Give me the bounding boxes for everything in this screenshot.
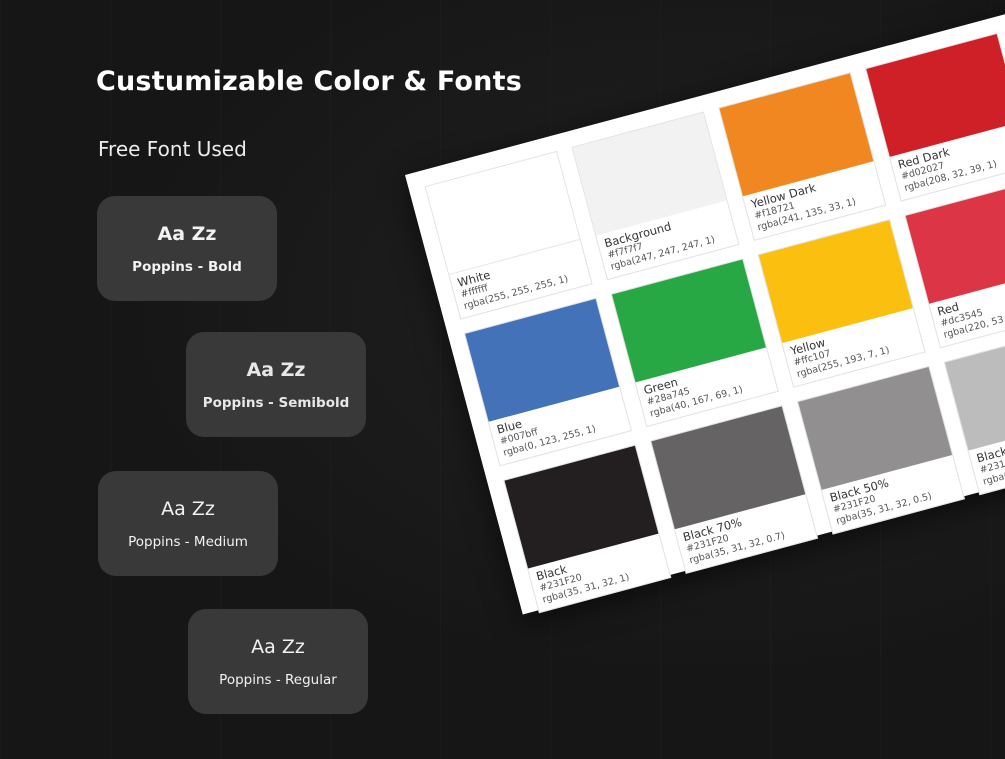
font-name: Poppins - Semibold xyxy=(202,394,350,411)
font-card-regular: Aa Zz Poppins - Regular xyxy=(188,609,368,714)
color-swatch: Yellow Dark #f18721 rgba(241, 135, 33, 1) xyxy=(718,72,887,241)
color-swatch: Blue #007bff rgba(0, 123, 255, 1) xyxy=(463,297,632,467)
font-card-bold: Aa Zz Poppins - Bold xyxy=(97,196,277,301)
font-sample: Aa Zz xyxy=(161,497,215,520)
font-card-semibold: Aa Zz Poppins - Semibold xyxy=(186,332,366,437)
color-swatch: Black #231F20 rgba(35, 31, 32, 1) xyxy=(503,444,672,614)
color-swatch: Red#dc3545rgba(220, 53, 69, 1) xyxy=(904,179,1005,349)
font-name: Poppins - Bold xyxy=(132,258,242,275)
color-swatch: Black 70% #231F20 rgba(35, 31, 32, 0.7) xyxy=(650,405,819,574)
font-sample: Aa Zz xyxy=(246,358,306,381)
color-swatch: Black 50% #231F20 rgba(35, 31, 32, 0.5) xyxy=(796,365,965,535)
page-title: Custumizable Color & Fonts xyxy=(96,66,522,97)
font-card-medium: Aa Zz Poppins - Medium xyxy=(98,471,278,576)
color-swatch: Red Dark #d02027 rgba(208, 32, 39, 1) xyxy=(865,32,1005,202)
font-sample: Aa Zz xyxy=(251,635,305,658)
color-chip xyxy=(905,180,1005,304)
color-swatch: Green #28a745 rgba(40, 167, 69, 1) xyxy=(610,258,779,428)
color-chip xyxy=(944,327,1005,451)
font-sample: Aa Zz xyxy=(157,222,217,245)
font-name: Poppins - Medium xyxy=(128,533,248,550)
font-name: Poppins - Regular xyxy=(219,671,337,688)
color-swatch: Background #f7f7f7 rgba(247, 247, 247, 1) xyxy=(571,111,740,281)
color-swatch: Yellow #ffc107 rgba(255, 193, 7, 1) xyxy=(757,218,926,388)
section-subtitle: Free Font Used xyxy=(98,137,247,161)
color-swatch: White #ffffff rgba(255, 255, 255, 1) xyxy=(424,150,593,320)
